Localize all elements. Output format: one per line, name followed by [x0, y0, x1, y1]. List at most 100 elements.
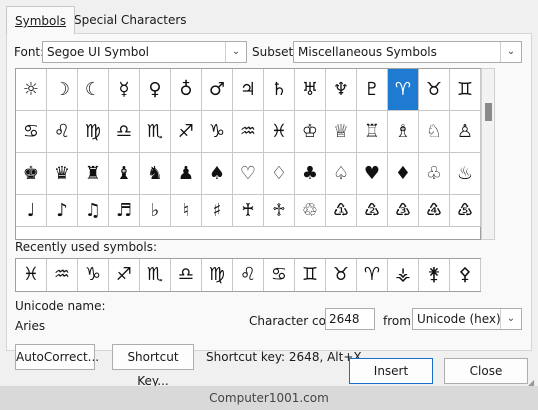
- tab-bar: Symbols Special Characters: [0, 0, 538, 34]
- recent-symbol-cell[interactable]: ♒: [47, 259, 78, 291]
- symbol-cell[interactable]: ♘: [419, 111, 450, 153]
- symbol-cell[interactable]: ♷: [450, 195, 481, 227]
- symbol-cell[interactable]: ♳: [326, 195, 357, 227]
- symbol-cell[interactable]: ♊: [450, 69, 481, 111]
- symbol-cell[interactable]: ♍: [78, 111, 109, 153]
- tab-symbols-label: Symbols: [15, 14, 66, 28]
- tab-symbols[interactable]: Symbols: [6, 6, 75, 34]
- symbol-cell[interactable]: ♓: [264, 111, 295, 153]
- symbol-cell[interactable]: ♌: [47, 111, 78, 153]
- recent-symbol-cell[interactable]: ♑: [78, 259, 109, 291]
- symbol-grid-scrollbar[interactable]: [481, 68, 495, 240]
- symbol-cell[interactable]: ♒: [233, 111, 264, 153]
- symbol-cell[interactable]: ♞: [140, 153, 171, 195]
- symbol-cell[interactable]: ♜: [78, 153, 109, 195]
- recent-symbol-cell[interactable]: ♈: [357, 259, 388, 291]
- symbol-cell[interactable]: ♑: [202, 111, 233, 153]
- recent-symbol-cell[interactable]: ⚶: [388, 259, 419, 291]
- autocorrect-button[interactable]: AutoCorrect...: [15, 344, 99, 370]
- symbol-cell[interactable]: ♨: [450, 153, 481, 195]
- from-label: from:: [383, 314, 415, 328]
- symbol-cell[interactable]: ♁: [171, 69, 202, 111]
- unicode-name-label: Unicode name:: [15, 299, 106, 313]
- recent-symbol-cell[interactable]: ♊: [295, 259, 326, 291]
- symbol-cell[interactable]: ♖: [357, 111, 388, 153]
- from-select[interactable]: Unicode (hex) ⌄: [412, 308, 522, 330]
- tab-special-characters[interactable]: Special Characters: [66, 8, 195, 32]
- symbol-cell[interactable]: ♉: [419, 69, 450, 111]
- recent-symbols-label: Recently used symbols:: [15, 240, 158, 254]
- symbol-cell[interactable]: ♛: [47, 153, 78, 195]
- symbol-cell[interactable]: ♇: [357, 69, 388, 111]
- recent-symbol-cell[interactable]: ♏: [140, 259, 171, 291]
- recent-symbol-cell[interactable]: ♌: [233, 259, 264, 291]
- shortcut-key-button[interactable]: Shortcut Key...: [112, 344, 194, 388]
- symbol-cell[interactable]: ♙: [450, 111, 481, 153]
- symbol-grid: ☼ ☽ ☾ ☿ ♀ ♁ ♂ ♃ ♄ ♅ ♆ ♇ ♈ ♉ ♊ ♋ ♌ ♍ ♎ ♏ ♐ ♑ ♒ ♓ ♔ ♕ ♖ ♗ ♘ ♙ ♚ ♛ ♜ ♝ ♞ ♟ ♠ ♡ ♢ ♣…: [15, 68, 481, 240]
- recent-symbol-cell[interactable]: ♍: [202, 259, 233, 291]
- symbol-cell[interactable]: ♠: [202, 153, 233, 195]
- symbol-cell[interactable]: ♲: [295, 195, 326, 227]
- symbol-cell[interactable]: ♵: [388, 195, 419, 227]
- symbol-cell[interactable]: ☿: [109, 69, 140, 111]
- symbol-cell[interactable]: ♈: [388, 69, 419, 111]
- symbol-cell[interactable]: ♕: [326, 111, 357, 153]
- recent-symbol-cell[interactable]: ⚵: [419, 259, 450, 291]
- symbol-cell[interactable]: ♚: [16, 153, 47, 195]
- symbol-cell[interactable]: ♣: [295, 153, 326, 195]
- symbol-cell[interactable]: ♧: [419, 153, 450, 195]
- symbol-cell[interactable]: ♱: [264, 195, 295, 227]
- recent-symbol-cell[interactable]: ♐: [109, 259, 140, 291]
- recent-symbol-cell[interactable]: ♎: [171, 259, 202, 291]
- symbol-cell[interactable]: ♶: [419, 195, 450, 227]
- symbol-cell[interactable]: ♫: [78, 195, 109, 227]
- symbol-cell[interactable]: ♃: [233, 69, 264, 111]
- symbol-cell[interactable]: ♅: [295, 69, 326, 111]
- symbol-cell[interactable]: ♋: [16, 111, 47, 153]
- symbol-cell[interactable]: ♪: [47, 195, 78, 227]
- symbol-cell[interactable]: ♎: [109, 111, 140, 153]
- tab-special-characters-label: Special Characters: [74, 13, 187, 27]
- chevron-down-icon: ⌄: [500, 42, 521, 62]
- symbol-cell[interactable]: ♯: [202, 195, 233, 227]
- chevron-down-icon: ⌄: [225, 42, 246, 62]
- recent-symbol-cell[interactable]: ⚴: [450, 259, 481, 291]
- symbol-cell[interactable]: ♂: [202, 69, 233, 111]
- symbol-cell[interactable]: ♏: [140, 111, 171, 153]
- recent-symbol-cell[interactable]: ♉: [326, 259, 357, 291]
- font-label: Font:: [14, 45, 45, 59]
- symbol-cell[interactable]: ☽: [47, 69, 78, 111]
- symbol-cell[interactable]: ♦: [388, 153, 419, 195]
- recent-symbol-cell[interactable]: ♋: [264, 259, 295, 291]
- scrollbar-thumb[interactable]: [485, 103, 492, 121]
- symbol-cell[interactable]: ♮: [171, 195, 202, 227]
- subset-select[interactable]: Miscellaneous Symbols ⌄: [293, 41, 522, 63]
- character-code-input[interactable]: 2648: [325, 308, 375, 330]
- insert-button[interactable]: Insert: [349, 358, 433, 384]
- symbol-cell[interactable]: ♔: [295, 111, 326, 153]
- subset-label: Subset:: [252, 45, 298, 59]
- symbol-cell[interactable]: ♥: [357, 153, 388, 195]
- symbol-cell[interactable]: ♰: [233, 195, 264, 227]
- symbol-cell[interactable]: ♩: [16, 195, 47, 227]
- symbol-cell[interactable]: ♡: [233, 153, 264, 195]
- recent-symbol-cell[interactable]: ♓: [16, 259, 47, 291]
- from-select-value: Unicode (hex): [417, 312, 501, 326]
- symbol-cell[interactable]: ♗: [388, 111, 419, 153]
- symbol-cell[interactable]: ♟: [171, 153, 202, 195]
- font-select-value: Segoe UI Symbol: [47, 45, 149, 59]
- symbol-cell[interactable]: ♝: [109, 153, 140, 195]
- symbol-cell[interactable]: ♀: [140, 69, 171, 111]
- symbol-cell[interactable]: ☼: [16, 69, 47, 111]
- close-button[interactable]: Close: [444, 358, 528, 384]
- font-select[interactable]: Segoe UI Symbol ⌄: [42, 41, 247, 63]
- symbol-cell[interactable]: ♐: [171, 111, 202, 153]
- symbol-cell[interactable]: ♤: [326, 153, 357, 195]
- symbol-cell[interactable]: ♢: [264, 153, 295, 195]
- symbol-cell[interactable]: ☾: [78, 69, 109, 111]
- symbol-cell[interactable]: ♴: [357, 195, 388, 227]
- symbol-cell[interactable]: ♭: [140, 195, 171, 227]
- symbol-cell[interactable]: ♆: [326, 69, 357, 111]
- symbol-cell[interactable]: ♬: [109, 195, 140, 227]
- symbol-cell[interactable]: ♄: [264, 69, 295, 111]
